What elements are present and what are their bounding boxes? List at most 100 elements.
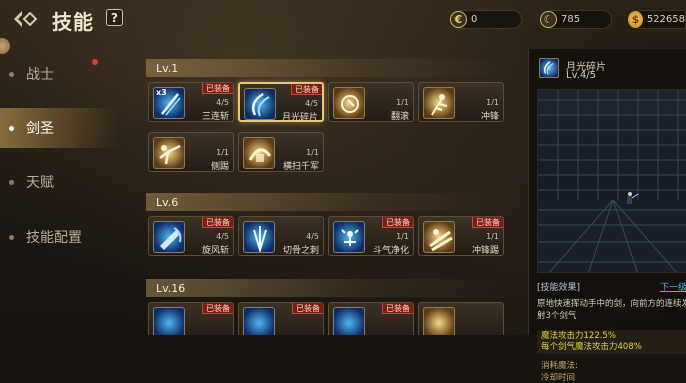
currency-rune-value: 0 — [471, 14, 478, 25]
side-kick-icon — [153, 137, 185, 169]
sidebar: 战士 剑圣 天赋 技能配置 — [0, 38, 120, 335]
skill-detail-panel: 月光碎片 Lv.4/5 [技能效果] 下一级 原地快速挥动手中的剑，向前方的连续… — [528, 49, 686, 383]
skill-icon — [333, 307, 365, 335]
skill-icon — [243, 307, 275, 335]
skill-level: 4/5 — [306, 232, 319, 241]
skill-card-whirlwind[interactable]: 已装备 4/5 旋风斩 — [148, 216, 234, 256]
equipped-badge: 已装备 — [291, 84, 322, 95]
equipped-badge: 已装备 — [382, 217, 413, 228]
skill-level: 4/5 — [305, 99, 318, 108]
skill-name: 月光碎片 — [281, 113, 318, 123]
sidebar-item-label: 剑圣 — [26, 121, 54, 137]
currency-coin: $ 522658 — [628, 10, 686, 29]
equipped-badge: 已装备 — [202, 303, 233, 314]
skill-level: 4/5 — [216, 98, 229, 107]
level-header: Lv.1 — [146, 59, 506, 77]
skill-name: 侧踢 — [210, 162, 229, 172]
currency-moon-value: 785 — [561, 14, 581, 25]
coin-icon: $ — [628, 11, 643, 28]
stat-line: 每个剑气魔法攻击力408% — [541, 342, 642, 352]
sidebar-item-label: 战士 — [26, 67, 54, 83]
charge-icon — [423, 87, 455, 119]
skill-name: 横扫千军 — [282, 162, 319, 172]
moonlight-shard-icon — [244, 88, 276, 120]
skill-card[interactable]: 已装备 — [328, 302, 414, 335]
bullet-icon — [9, 179, 14, 185]
skill-name: 翻滚 — [390, 112, 409, 122]
moonlight-shard-icon — [539, 58, 559, 78]
detail-skill-level: Lv.4/5 — [566, 70, 596, 81]
moon-icon: ☾ — [540, 11, 557, 28]
sidebar-item-swordmaster[interactable]: 剑圣 — [0, 108, 118, 148]
page-title: 技能 — [52, 10, 94, 34]
skill-card-triple-slash[interactable]: x3 已装备 4/5 三连斩 — [148, 82, 234, 122]
skill-icon — [423, 307, 455, 335]
bone-pierce-icon — [243, 221, 275, 253]
skill-level: 1/1 — [306, 148, 319, 157]
skill-description: 原地快速挥动手中的剑，向前方的连续发射3个剑气 — [537, 299, 686, 321]
currency-coin-value: 522658 — [646, 14, 685, 25]
equipped-badge: 已装备 — [202, 217, 233, 228]
skill-card[interactable]: 已装备 — [238, 302, 324, 335]
skill-card-sweep[interactable]: 1/1 横扫千军 — [238, 132, 324, 172]
skill-card-charge-kick[interactable]: 已装备 1/1 冲锋踢 — [418, 216, 504, 256]
skill-name: 切骨之刺 — [282, 246, 319, 256]
class-tab-marker-icon — [0, 38, 10, 54]
preview-grid — [538, 90, 686, 272]
next-level-link[interactable]: 下一级 — [660, 280, 686, 293]
skill-preview[interactable] — [537, 89, 686, 273]
help-button[interactable]: ? — [106, 9, 123, 26]
skill-card[interactable] — [418, 302, 504, 335]
skill-level: 1/1 — [396, 98, 409, 107]
sidebar-item-talent[interactable]: 天赋 — [0, 162, 118, 202]
skill-icon — [153, 307, 185, 335]
multiplier-badge: x3 — [156, 88, 167, 97]
bullet-icon — [9, 234, 14, 240]
charge-kick-icon — [423, 221, 455, 253]
sidebar-item-skill-config[interactable]: 技能配置 — [0, 217, 118, 257]
skill-level: 1/1 — [396, 232, 409, 241]
whirlwind-icon — [153, 221, 185, 253]
skill-list[interactable]: Lv.1 x3 已装备 4/5 三连斩 已装备 4/5 月光碎片 1/1 翻滚 … — [146, 57, 512, 335]
skill-card[interactable]: 已装备 — [148, 302, 234, 335]
equipped-badge: 已装备 — [202, 83, 233, 94]
roll-icon — [333, 87, 365, 119]
currency-rune: € 0 — [450, 10, 522, 29]
level-header: Lv.6 — [146, 193, 506, 211]
skill-card-side-kick[interactable]: 1/1 侧踢 — [148, 132, 234, 172]
skill-card-roll[interactable]: 1/1 翻滚 — [328, 82, 414, 122]
skill-level: 4/5 — [216, 232, 229, 241]
stat-line: 魔法攻击力122.5% — [541, 331, 616, 341]
sidebar-item-label: 技能配置 — [26, 230, 82, 246]
cooldown-label: 冷却时间 — [541, 373, 576, 383]
sidebar-item-warrior[interactable]: 战士 — [0, 54, 118, 94]
header: 技能 ? € 0 ☾ 785 $ 522658 — [0, 0, 686, 40]
bullet-icon — [9, 125, 14, 131]
purify-icon — [333, 221, 365, 253]
currency-moon: ☾ 785 — [540, 10, 612, 29]
skill-card-bone-pierce[interactable]: 4/5 切骨之刺 — [238, 216, 324, 256]
bullet-icon — [9, 71, 14, 77]
equipped-badge: 已装备 — [472, 217, 503, 228]
sidebar-item-label: 天赋 — [26, 175, 54, 191]
sweep-icon — [243, 137, 275, 169]
rune-icon: € — [450, 11, 467, 28]
skill-name: 冲锋 — [480, 112, 499, 122]
level-header: Lv.16 — [146, 279, 506, 297]
skill-name: 旋风斩 — [201, 246, 229, 256]
skill-card-purify[interactable]: 已装备 1/1 斗气净化 — [328, 216, 414, 256]
triple-slash-icon: x3 — [153, 87, 185, 119]
cost-label: 消耗魔法: — [541, 361, 578, 371]
skill-level: 1/1 — [216, 148, 229, 157]
skill-card-charge[interactable]: 1/1 冲锋 — [418, 82, 504, 122]
equipped-badge: 已装备 — [292, 303, 323, 314]
effect-bar: [技能效果] 下一级 — [537, 279, 686, 293]
skill-name: 三连斩 — [201, 112, 229, 122]
skill-name: 冲锋踢 — [471, 246, 499, 256]
equipped-badge: 已装备 — [382, 303, 413, 314]
skill-level: 1/1 — [486, 232, 499, 241]
skill-name: 斗气净化 — [372, 246, 409, 256]
back-button[interactable] — [12, 8, 42, 30]
skill-level: 1/1 — [486, 98, 499, 107]
skill-card-moonlight-shard[interactable]: 已装备 4/5 月光碎片 — [238, 82, 324, 123]
